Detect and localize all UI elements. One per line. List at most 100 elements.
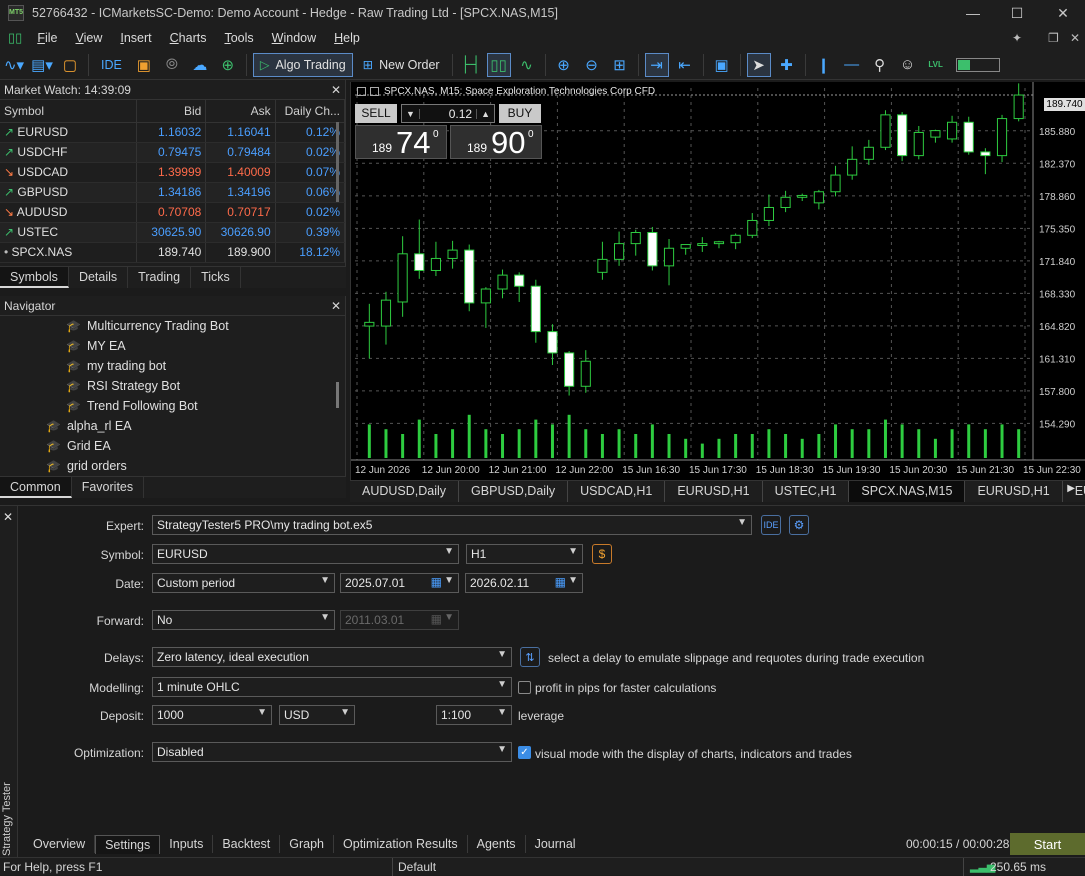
chart-tab[interactable]: USDCAD,H1 bbox=[568, 481, 666, 502]
ide-button[interactable]: IDE bbox=[761, 515, 781, 535]
calendar-icon[interactable]: ▦ bbox=[431, 575, 442, 589]
market-watch-scrollbar[interactable] bbox=[336, 122, 339, 202]
restore-icon[interactable]: ❐ bbox=[1048, 31, 1059, 45]
zoom-out-icon[interactable]: ⊖ bbox=[580, 53, 604, 77]
col-bid[interactable]: Bid bbox=[136, 100, 207, 123]
horizontal-line-icon[interactable]: — bbox=[840, 53, 864, 77]
zoom-in-icon[interactable]: ⊕ bbox=[552, 53, 576, 77]
chart-tab[interactable]: USTEC,H1 bbox=[763, 481, 850, 502]
chart-tab[interactable]: GBPUSD,Daily bbox=[459, 481, 569, 502]
tab-agents[interactable]: Agents bbox=[468, 835, 526, 853]
settings-gear-icon[interactable]: ⚙ bbox=[789, 515, 809, 535]
navigator-item[interactable]: 🎓 RSI Strategy Bot bbox=[0, 376, 345, 396]
signals-icon[interactable]: ⦾ bbox=[160, 53, 184, 77]
close-chart-icon[interactable]: ✕ bbox=[1070, 31, 1080, 45]
tab-optimization-results[interactable]: Optimization Results bbox=[334, 835, 468, 853]
tab-settings[interactable]: Settings bbox=[95, 834, 161, 854]
tab-overview[interactable]: Overview bbox=[24, 835, 96, 853]
tab-inputs[interactable]: Inputs bbox=[160, 835, 214, 853]
chart-tab[interactable]: AUDUSD,Daily bbox=[350, 481, 460, 502]
algo-trading-button[interactable]: ▷ Algo Trading bbox=[252, 52, 353, 77]
ide-button[interactable]: IDE bbox=[95, 53, 128, 77]
row-symbol[interactable]: ↗ GBPUSD bbox=[0, 182, 138, 203]
screenshot-icon[interactable]: ▣ bbox=[710, 53, 734, 77]
tester-close-icon[interactable]: ✕ bbox=[3, 510, 13, 524]
navigator-item[interactable]: 🎓 MY EA bbox=[0, 336, 345, 356]
delays-select[interactable]: Zero latency, ideal execution ▼ bbox=[152, 647, 512, 667]
col-ask[interactable]: Ask bbox=[205, 100, 276, 123]
optimization-select[interactable]: Disabled ▼ bbox=[152, 742, 512, 762]
autoscroll-icon[interactable]: ⇥ bbox=[644, 52, 669, 77]
date-mode-select[interactable]: Custom period ▼ bbox=[152, 573, 335, 593]
row-symbol[interactable]: ↘ AUDUSD bbox=[0, 202, 138, 223]
cloud-icon[interactable]: ☁ bbox=[188, 53, 212, 77]
chart-shift-icon[interactable]: ⇤ bbox=[673, 53, 697, 77]
tab-common[interactable]: Common bbox=[0, 477, 72, 498]
vertical-line-icon[interactable]: ❙ bbox=[812, 53, 836, 77]
close-icon[interactable]: ✕ bbox=[1041, 0, 1085, 26]
row-symbol[interactable]: ↗ EURUSD bbox=[0, 122, 138, 143]
navigator-scrollbar[interactable] bbox=[336, 382, 339, 408]
volume-up-icon[interactable]: ▲ bbox=[476, 108, 494, 119]
navigator-item[interactable]: 🎓 grid orders bbox=[0, 456, 345, 476]
market-watch-close-icon[interactable]: ✕ bbox=[331, 83, 341, 97]
date-from-input[interactable]: 2025.07.01 ▦ ▼ bbox=[340, 573, 459, 593]
menu-tools[interactable]: Tools bbox=[215, 31, 262, 45]
chart-menu-icon[interactable]: ▯▯ bbox=[8, 30, 22, 46]
currency-select[interactable]: USD ▼ bbox=[279, 705, 355, 725]
symbol-spec-icon[interactable]: $ bbox=[592, 544, 612, 564]
start-button[interactable]: Start bbox=[1010, 833, 1085, 855]
row-symbol[interactable]: ↘ USDCAD bbox=[0, 162, 138, 183]
market-watch-row[interactable]: ↗ EURUSD 1.16032 1.16041 0.12% bbox=[0, 122, 346, 143]
symbol-select[interactable]: EURUSD ▼ bbox=[152, 544, 459, 564]
tile-windows-icon[interactable]: ⊞ bbox=[608, 53, 632, 77]
calendar-icon[interactable]: ▦ bbox=[555, 575, 566, 589]
vps-icon[interactable]: ⊕ bbox=[216, 53, 240, 77]
tab-symbols[interactable]: Symbols bbox=[0, 267, 69, 288]
cursor-icon[interactable]: ➤ bbox=[746, 52, 771, 77]
visual-mode-checkbox[interactable]: ✓ bbox=[518, 746, 531, 759]
row-symbol[interactable]: • SPCX.NAS bbox=[0, 242, 138, 263]
navigator-close-icon[interactable]: ✕ bbox=[331, 299, 341, 313]
chart-tab[interactable]: EURUSD,H1 bbox=[965, 481, 1063, 502]
market-watch-row[interactable]: ↘ USDCAD 1.39999 1.40009 0.07% bbox=[0, 162, 346, 183]
navigator-item[interactable]: 🎓 alpha_rl EA bbox=[0, 416, 345, 436]
navigator-item[interactable]: 🎓 Multicurrency Trading Bot bbox=[0, 316, 345, 336]
sell-button[interactable]: SELL bbox=[355, 104, 397, 123]
tab-journal[interactable]: Journal bbox=[526, 835, 585, 853]
candlestick-icon[interactable]: ▯▯ bbox=[486, 52, 511, 77]
navigator-item[interactable]: 🎓 my trading bot bbox=[0, 356, 345, 376]
chart-tab-active[interactable]: SPCX.NAS,M15 bbox=[849, 481, 966, 502]
pips-checkbox[interactable] bbox=[518, 681, 531, 694]
date-to-input[interactable]: 2026.02.11 ▦ ▼ bbox=[465, 573, 583, 593]
new-order-button[interactable]: ⊞ New Order bbox=[357, 53, 446, 77]
navigator-item[interactable]: 🎓 Grid EA bbox=[0, 436, 345, 456]
crosshair-icon[interactable]: ✚ bbox=[775, 53, 799, 77]
tab-details[interactable]: Details bbox=[69, 267, 129, 288]
modelling-select[interactable]: 1 minute OHLC ▼ bbox=[152, 677, 512, 697]
timeframe-select[interactable]: H1 ▼ bbox=[466, 544, 583, 564]
dollar-icon[interactable]: ▢ bbox=[58, 53, 82, 77]
expert-select[interactable]: StrategyTester5 PRO\my trading bot.ex5 ▼ bbox=[152, 515, 752, 535]
menu-charts[interactable]: Charts bbox=[161, 31, 216, 45]
level-icon[interactable]: LVL bbox=[924, 53, 948, 77]
tab-trading[interactable]: Trading bbox=[128, 267, 192, 288]
timeframe-icon[interactable]: ▤▾ bbox=[30, 53, 54, 77]
row-symbol[interactable]: ↗ USTEC bbox=[0, 222, 138, 243]
tab-ticks[interactable]: Ticks bbox=[191, 267, 241, 288]
deposit-input[interactable]: 1000 ▼ bbox=[152, 705, 272, 725]
market-watch-row[interactable]: ↗ GBPUSD 1.34186 1.34196 0.06% bbox=[0, 182, 346, 203]
delay-settings-icon[interactable]: ⇅ bbox=[520, 647, 540, 667]
chart-type-icon[interactable]: ∿▾ bbox=[2, 53, 26, 77]
menu-insert[interactable]: Insert bbox=[111, 31, 160, 45]
tab-favorites[interactable]: Favorites bbox=[72, 477, 145, 498]
market-watch-row[interactable]: ↘ AUDUSD 0.70708 0.70717 0.02% bbox=[0, 202, 346, 223]
market-watch-row[interactable]: ↗ USTEC 30625.90 30626.90 0.39% bbox=[0, 222, 346, 243]
volume-input[interactable]: ▼ 0.12 ▲ bbox=[401, 104, 495, 123]
forward-select[interactable]: No ▼ bbox=[152, 610, 335, 630]
tab-backtest[interactable]: Backtest bbox=[213, 835, 281, 853]
menu-view[interactable]: View bbox=[66, 31, 111, 45]
row-symbol[interactable]: ↗ USDCHF bbox=[0, 142, 138, 163]
tabs-scroll-right-icon[interactable]: ▶ bbox=[1067, 483, 1075, 494]
minimize-icon[interactable]: — bbox=[951, 0, 995, 26]
